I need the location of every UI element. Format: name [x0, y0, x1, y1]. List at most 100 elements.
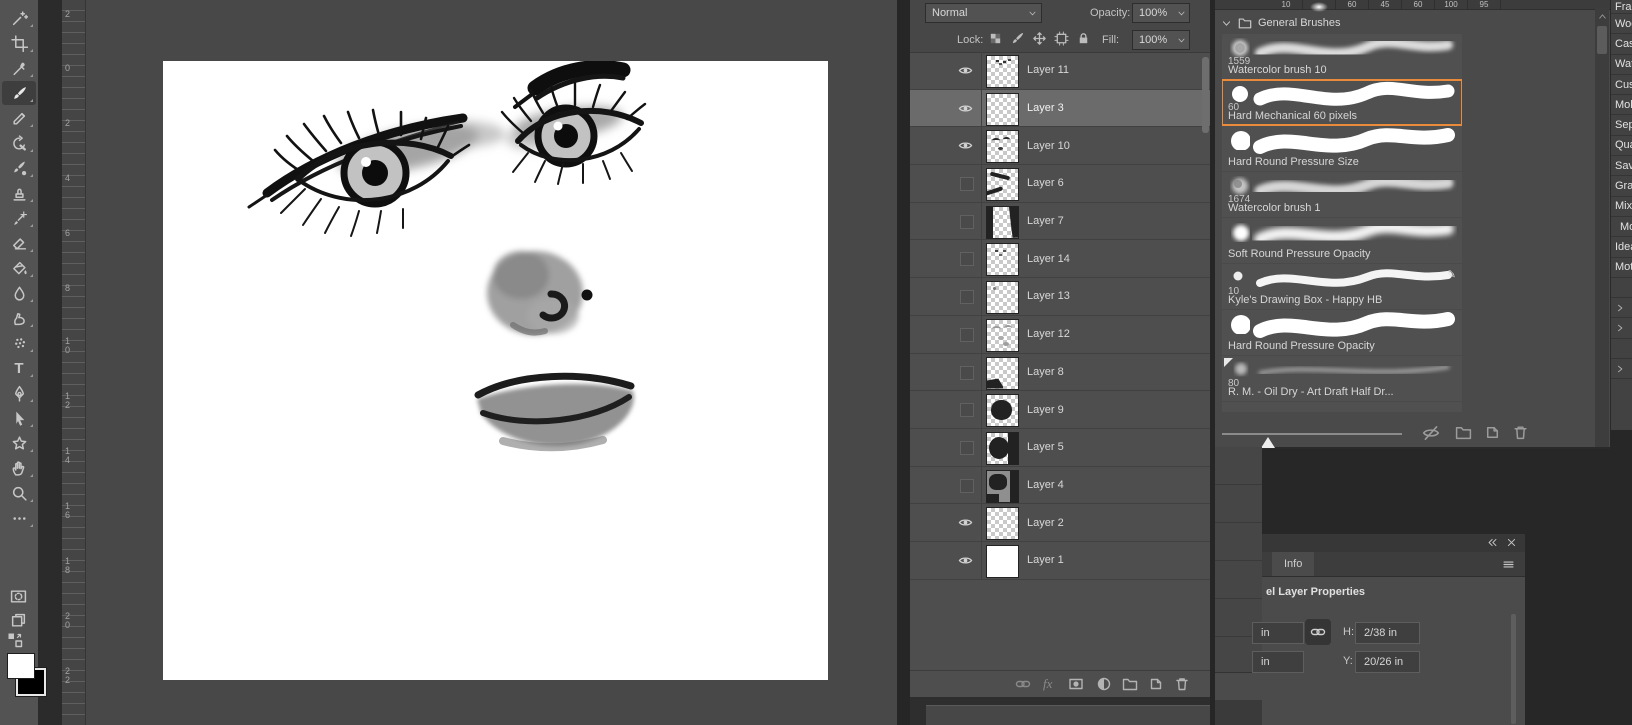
dock-divider[interactable] — [897, 0, 910, 725]
new-layer-icon[interactable] — [1148, 676, 1164, 692]
layer-name[interactable]: Layer 14 — [1027, 240, 1070, 277]
pencil-tool[interactable] — [2, 106, 36, 130]
brush-item[interactable]: 1674 Watercolor brush 1 — [1222, 172, 1462, 217]
clipped-panel-label[interactable]: Mo — [1611, 217, 1632, 237]
pen-tool[interactable] — [2, 381, 36, 405]
lock-transparency-icon[interactable] — [988, 31, 1003, 46]
close-panel-icon[interactable] — [1506, 537, 1517, 548]
clipped-panel-label[interactable]: Woo — [1611, 14, 1632, 34]
brush-preset-size[interactable]: 60 — [1402, 0, 1435, 9]
layer-thumbnail[interactable] — [986, 281, 1019, 314]
layer-name[interactable]: Layer 8 — [1027, 354, 1064, 391]
brush-item[interactable]: 1559 Watercolor brush 10 — [1222, 34, 1462, 79]
lock-position-icon[interactable] — [1032, 31, 1047, 46]
layer-thumbnail[interactable] — [986, 394, 1019, 427]
layer-thumbnail[interactable] — [986, 243, 1019, 276]
visibility-checkbox[interactable] — [960, 403, 974, 417]
opacity-select[interactable]: 100% — [1132, 3, 1190, 23]
visibility-eye-icon[interactable] — [958, 515, 973, 530]
layer-name[interactable]: Layer 10 — [1027, 127, 1070, 164]
lock-paint-icon[interactable] — [1010, 31, 1025, 46]
brush-item[interactable]: 80 R. M. - Oil Dry - Art Draft Half Dr..… — [1222, 356, 1462, 401]
layer-row[interactable]: Layer 5 — [910, 429, 1210, 467]
eraser-tool[interactable] — [2, 231, 36, 255]
layer-name[interactable]: Layer 1 — [1027, 542, 1064, 579]
layer-name[interactable]: Layer 12 — [1027, 316, 1070, 353]
visibility-checkbox[interactable] — [960, 366, 974, 380]
brush-preset-size[interactable]: 10 — [1270, 0, 1303, 9]
layer-name[interactable]: Layer 3 — [1027, 90, 1064, 127]
clipped-panel-label[interactable]: Gra — [1611, 176, 1632, 196]
eyedropper-tool[interactable] — [2, 56, 36, 80]
clipped-panel-label[interactable]: Wat — [1611, 55, 1632, 75]
panel-menu-hamburger-icon[interactable] — [1502, 558, 1515, 571]
visibility-checkbox[interactable] — [960, 441, 974, 455]
layer-row[interactable]: Layer 8 — [910, 354, 1210, 392]
clipped-panel-label[interactable]: Cus — [1611, 75, 1632, 95]
layer-row[interactable]: Layer 9 — [910, 391, 1210, 429]
layer-thumbnail[interactable] — [986, 507, 1019, 540]
delete-layer-trash-icon[interactable] — [1174, 676, 1190, 692]
brush-item[interactable]: 10 ✎ Kyle's Drawing Box - Happy HB — [1222, 264, 1462, 309]
lock-artboard-icon[interactable] — [1054, 31, 1069, 46]
link-dimensions-button[interactable] — [1305, 619, 1331, 645]
clipped-panel-label[interactable]: Fra — [1611, 0, 1632, 14]
layer-row[interactable]: Layer 6 — [910, 165, 1210, 203]
layer-thumbnail[interactable] — [986, 55, 1019, 88]
brush-tool-selected[interactable] — [2, 81, 36, 105]
brush-item[interactable]: Hard Round Pressure Opacity — [1222, 310, 1462, 355]
layer-name[interactable]: Layer 13 — [1027, 278, 1070, 315]
brushes-scrollbar[interactable] — [1595, 8, 1609, 447]
info-panel-titlebar[interactable] — [1262, 534, 1525, 552]
layer-thumbnail[interactable] — [986, 470, 1019, 503]
layer-name[interactable]: Layer 7 — [1027, 203, 1064, 240]
visibility-checkbox[interactable] — [960, 177, 974, 191]
quick-mask-button[interactable] — [10, 588, 27, 605]
new-brush-icon[interactable] — [1484, 424, 1501, 441]
layer-thumbnail[interactable] — [986, 206, 1019, 239]
expand-chevron-icon[interactable] — [1611, 359, 1632, 379]
layer-mask-icon[interactable] — [1068, 676, 1084, 692]
edit-toolbar-button[interactable] — [2, 506, 36, 530]
link-layers-icon[interactable] — [1015, 676, 1031, 692]
clipped-panel-label[interactable]: Idea — [1611, 237, 1632, 257]
new-brush-group-folder-icon[interactable] — [1455, 424, 1472, 441]
layer-name[interactable]: Layer 9 — [1027, 391, 1064, 428]
scrollbar-thumb[interactable] — [1597, 26, 1607, 54]
mixer-brush-tool[interactable] — [2, 156, 36, 180]
hand-tool[interactable] — [2, 456, 36, 480]
fill-select[interactable]: 100% — [1132, 30, 1190, 50]
crop-tool[interactable] — [2, 31, 36, 55]
layer-row[interactable]: Layer 11 — [910, 52, 1210, 90]
layers-scrollbar[interactable] — [1202, 57, 1209, 133]
visibility-eye-icon[interactable] — [958, 138, 973, 153]
clipped-panel-label[interactable]: Qua — [1611, 136, 1632, 156]
layer-name[interactable]: Layer 4 — [1027, 467, 1064, 504]
visibility-eye-icon[interactable] — [958, 101, 973, 116]
clone-stamp-tool[interactable] — [2, 181, 36, 205]
path-select-tool[interactable] — [2, 406, 36, 430]
brush-item[interactable]: Hard Round Pressure Size — [1222, 126, 1462, 171]
brush-item-partial[interactable] — [1222, 402, 1462, 412]
adjustment-layer-icon[interactable] — [1096, 676, 1112, 692]
layer-name[interactable]: Layer 5 — [1027, 429, 1064, 466]
type-tool[interactable]: T — [2, 356, 36, 380]
visibility-checkbox[interactable] — [960, 215, 974, 229]
layer-thumbnail[interactable] — [986, 319, 1019, 352]
delete-brush-trash-icon[interactable] — [1512, 424, 1529, 441]
clipped-panel-label[interactable]: Sep — [1611, 115, 1632, 135]
brush-item-selected[interactable]: 60 Hard Mechanical 60 pixels — [1222, 80, 1462, 125]
layer-effects-icon[interactable]: fx — [1043, 676, 1052, 692]
layer-row[interactable]: Layer 13 — [910, 278, 1210, 316]
expand-chevron-icon[interactable] — [1611, 298, 1632, 318]
clipped-panel-label[interactable]: Sav — [1611, 156, 1632, 176]
layer-row[interactable]: Layer 14 — [910, 240, 1210, 278]
healing-brush-tool[interactable] — [2, 206, 36, 230]
info-scrollbar[interactable] — [1511, 614, 1516, 724]
visibility-checkbox[interactable] — [960, 290, 974, 304]
brush-preset-size[interactable] — [1303, 0, 1336, 9]
visibility-checkbox[interactable] — [960, 328, 974, 342]
foreground-color-swatch[interactable] — [7, 653, 35, 679]
layer-row[interactable]: Layer 2 — [910, 504, 1210, 542]
preview-size-slider-thumb[interactable] — [1261, 437, 1275, 448]
